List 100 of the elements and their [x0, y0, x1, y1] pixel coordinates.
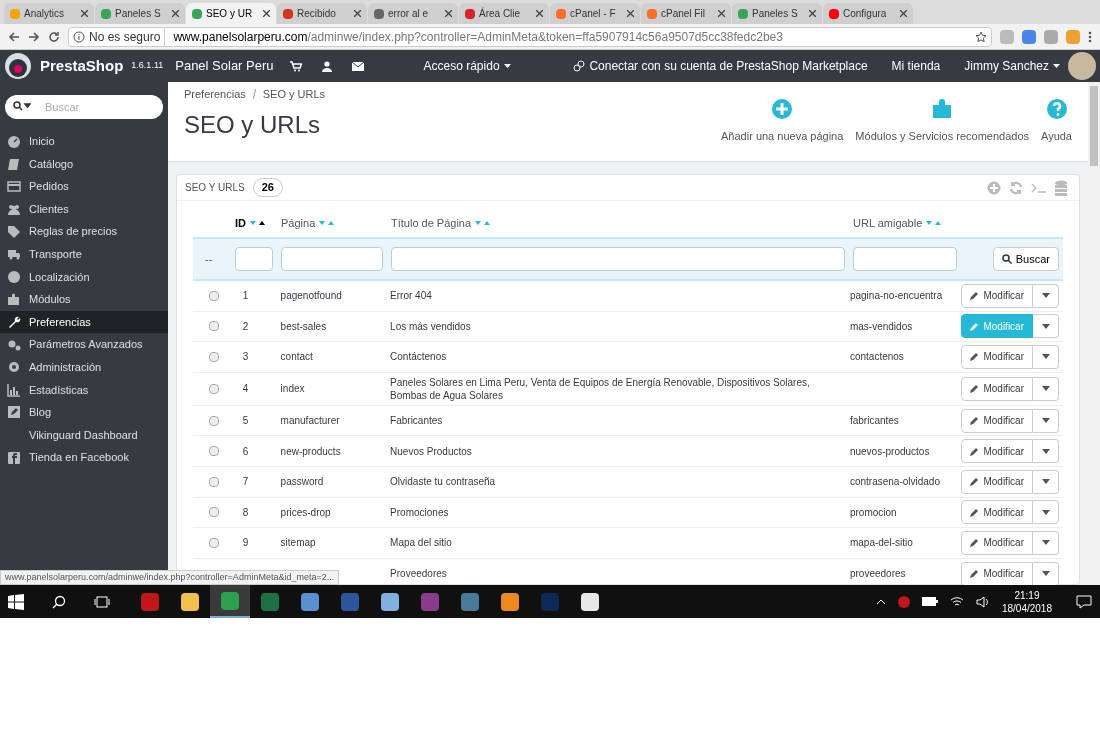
row-checkbox[interactable]	[208, 290, 219, 301]
wifi-icon[interactable]	[949, 596, 964, 607]
clock-time[interactable]: 21:19	[1014, 588, 1040, 602]
dropdown-button[interactable]	[1033, 408, 1059, 433]
column-header[interactable]: Página	[281, 214, 391, 232]
filter-field[interactable]	[235, 247, 273, 271]
shop-name[interactable]: Panel Solar Peru	[175, 56, 274, 76]
edit-button[interactable]: Modificar	[961, 376, 1033, 401]
column-header[interactable]: Título de Página	[391, 214, 853, 232]
edit-button[interactable]: Modificar	[961, 500, 1033, 525]
close-icon[interactable]	[718, 10, 725, 17]
browser-tab[interactable]: Área Clie	[459, 3, 549, 24]
column-header[interactable]: URL amigable	[853, 214, 965, 232]
sidebar-item[interactable]: Administración	[0, 355, 168, 379]
close-icon[interactable]	[445, 10, 452, 17]
forward-icon[interactable]	[28, 30, 40, 43]
sidebar-item[interactable]: Transporte	[0, 242, 168, 266]
user-icon[interactable]	[321, 60, 332, 72]
star-icon[interactable]	[975, 30, 987, 43]
row-checkbox[interactable]	[208, 476, 219, 487]
edit-button[interactable]: Modificar	[961, 469, 1033, 494]
dropdown-button[interactable]	[1033, 530, 1059, 555]
breadcrumb-link[interactable]: Preferencias	[184, 86, 246, 103]
close-icon[interactable]	[900, 10, 907, 17]
browser-tab[interactable]: error al e	[368, 3, 458, 24]
clock-date[interactable]: 18/04/2018	[1001, 601, 1052, 615]
close-icon[interactable]	[354, 10, 361, 17]
speaker-icon[interactable]	[975, 595, 990, 608]
address-field[interactable]: No es seguro www.panelsolarperu.com/adminwe/index.php?controller=AdminMeta&token=ffa5907914c56a9507d5cc38fedc2be3	[68, 26, 992, 47]
menu-icon[interactable]	[1088, 30, 1092, 43]
browser-tab[interactable]: Configura	[823, 3, 913, 24]
filter-field[interactable]	[853, 247, 957, 271]
search-icon[interactable]	[13, 101, 31, 111]
quick-access-menu[interactable]: Acceso rápido	[423, 57, 500, 75]
row-checkbox[interactable]	[208, 537, 219, 548]
dropdown-button[interactable]	[1033, 469, 1059, 494]
close-icon[interactable]	[536, 10, 543, 17]
cart-icon[interactable]	[289, 60, 302, 72]
toolbar-button[interactable]: Añadir una nueva página	[721, 98, 844, 145]
close-icon[interactable]	[263, 10, 270, 17]
sidebar-item[interactable]: Pedidos	[0, 175, 168, 198]
sidebar-item[interactable]: Tienda en Facebook	[0, 446, 168, 469]
user-menu[interactable]: Jimmy Sanchez	[964, 57, 1049, 75]
filter-field[interactable]	[281, 247, 383, 271]
chevron-up-icon[interactable]	[875, 598, 886, 605]
dropdown-button[interactable]	[1033, 376, 1059, 401]
browser-tab[interactable]: Paneles S	[732, 3, 822, 24]
search-field[interactable]: Buscar	[5, 95, 163, 119]
row-checkbox[interactable]	[208, 352, 219, 362]
sidebar-item[interactable]: Estadísticas	[0, 378, 168, 402]
toolbar-button[interactable]: Módulos y Servicios recomendados	[855, 98, 1029, 145]
sidebar-item[interactable]: Preferencias	[0, 310, 168, 334]
dropdown-button[interactable]	[1033, 439, 1059, 464]
edit-button[interactable]: Modificar	[961, 561, 1033, 585]
browser-tab[interactable]: Analytics	[4, 3, 94, 24]
scrollbar[interactable]	[1088, 82, 1100, 585]
sort-icon[interactable]	[250, 220, 266, 226]
close-icon[interactable]	[627, 10, 634, 17]
sidebar-item[interactable]: Módulos	[0, 288, 168, 311]
my-shop-link[interactable]: Mi tienda	[891, 57, 941, 75]
avatar-icon[interactable]	[1068, 52, 1096, 80]
edit-button[interactable]: Modificar	[961, 345, 1033, 369]
dropdown-button[interactable]	[1033, 314, 1059, 339]
mail-icon[interactable]	[351, 61, 364, 71]
browser-tab[interactable]: Recibido	[277, 3, 367, 24]
sidebar-item[interactable]: Vikinguard Dashboard	[0, 423, 168, 447]
battery-icon[interactable]	[921, 597, 938, 606]
search-icon[interactable]	[52, 594, 66, 609]
caret-icon[interactable]	[503, 64, 511, 68]
sidebar-item[interactable]: Reglas de precios	[0, 220, 168, 243]
row-checkbox[interactable]	[208, 383, 219, 394]
close-icon[interactable]	[81, 10, 88, 17]
close-icon[interactable]	[809, 10, 816, 17]
dropdown-button[interactable]	[1033, 345, 1059, 369]
browser-tab[interactable]: cPanel - F	[550, 3, 640, 24]
task-view-icon[interactable]	[94, 594, 110, 609]
filter-field[interactable]	[391, 247, 845, 271]
dropdown-button[interactable]	[1033, 561, 1059, 585]
sidebar-item[interactable]: Catálogo	[0, 152, 168, 176]
sidebar-item[interactable]: Inicio	[0, 130, 168, 153]
search-button[interactable]: Buscar	[992, 247, 1059, 271]
browser-tab[interactable]: cPanel Fil	[641, 3, 731, 24]
sidebar-item[interactable]: Parámetros Avanzados	[0, 333, 168, 356]
browser-tab[interactable]: SEO y UR	[186, 3, 276, 24]
marketplace-link[interactable]: Conectar con su cuenta de PrestaShop Marketplace	[589, 57, 868, 75]
edit-button[interactable]: Modificar	[961, 283, 1033, 308]
row-checkbox[interactable]	[208, 446, 219, 457]
browser-tab[interactable]: Paneles S	[95, 3, 185, 24]
start-icon[interactable]	[8, 593, 24, 610]
row-checkbox[interactable]	[208, 415, 219, 426]
notification-icon[interactable]	[1076, 594, 1092, 609]
caret-icon[interactable]	[1053, 64, 1060, 68]
sidebar-item[interactable]: Clientes	[0, 197, 168, 221]
row-checkbox[interactable]	[208, 507, 219, 518]
edit-button[interactable]: Modificar	[961, 408, 1033, 433]
antivirus-icon[interactable]	[897, 595, 910, 608]
row-checkbox[interactable]	[208, 321, 219, 332]
reload-icon[interactable]	[48, 30, 60, 43]
dropdown-button[interactable]	[1033, 500, 1059, 525]
edit-button[interactable]: Modificar	[961, 530, 1033, 555]
